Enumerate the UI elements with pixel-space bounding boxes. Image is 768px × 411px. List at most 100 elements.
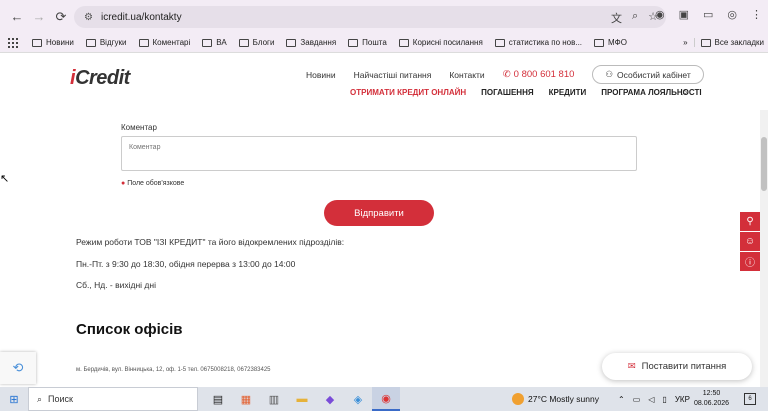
ask-label: Поставити питання — [641, 361, 727, 372]
extensions-icon[interactable]: ▣ — [679, 8, 689, 21]
bookmarks-bar: Новини Відгуки Коментарі ВА Блоги Завдан… — [0, 33, 768, 53]
notification-icon[interactable]: 6 — [744, 393, 756, 405]
calculator-icon[interactable]: ▥ — [260, 387, 288, 411]
language-indicator[interactable]: УКР — [675, 395, 690, 404]
zoom-icon[interactable]: ⌕ — [632, 10, 638, 26]
bookmark-label: Коментарі — [152, 38, 191, 47]
required-text: Поле обов'язкове — [127, 180, 185, 187]
nav-link-news[interactable]: Новини — [306, 70, 336, 80]
comment-textarea[interactable] — [121, 136, 637, 171]
bookmark-item[interactable]: статистика по нов... — [494, 38, 583, 47]
more-bookmarks-button[interactable]: » — [683, 38, 687, 47]
nav-link-faq[interactable]: Найчастіші питання — [354, 70, 432, 80]
account-icon[interactable]: ☺ — [740, 232, 760, 252]
bookmark-label: Пошта — [362, 38, 387, 47]
chrome-icon[interactable]: ◉ — [372, 387, 400, 411]
tray-chevron-icon[interactable]: ⌃ — [618, 395, 625, 404]
reload-icon[interactable]: ⟳ — [50, 6, 72, 28]
more-label: » — [683, 38, 688, 47]
taskbar-search[interactable]: ⌕ Поиск — [28, 387, 198, 411]
mouse-cursor-icon: ↖ — [0, 173, 10, 185]
schedule-title: Режим роботи ТОВ "ІЗІ КРЕДИТ" та його ві… — [76, 237, 345, 247]
phone-link[interactable]: ✆ 0 800 601 810 — [503, 69, 575, 80]
menu-icon[interactable]: ⋮ — [751, 8, 762, 21]
taskbar-search-label: Поиск — [48, 394, 73, 404]
user-icon: ⚇ — [605, 69, 614, 79]
all-bookmarks-button[interactable]: Все закладки — [693, 38, 764, 47]
submit-button[interactable]: Відправити — [324, 200, 434, 226]
bookmark-label: Все закладки — [714, 38, 764, 47]
schedule-weekend: Сб., Нд. - вихідні дні — [76, 280, 156, 290]
site-logo[interactable]: iCredit — [70, 67, 130, 90]
sidebar-icon[interactable]: ▭ — [703, 8, 713, 21]
bookmark-item[interactable]: Новини — [32, 38, 74, 47]
search-icon: ⌕ — [37, 393, 43, 404]
folder-icon — [85, 38, 96, 47]
clock-date: 08.06.2026 — [694, 400, 730, 407]
weather-widget[interactable]: 27°C Mostly sunny — [512, 387, 599, 411]
folder-icon — [238, 38, 249, 47]
bookmark-label: Відгуки — [99, 38, 127, 47]
offices-heading: Список офісів — [76, 321, 183, 338]
bookmark-item[interactable]: Пошта — [348, 38, 387, 47]
volume-icon[interactable]: ◁ — [648, 395, 654, 404]
folder-icon — [700, 38, 711, 47]
bookmark-label: Новини — [46, 38, 74, 47]
folder-icon — [286, 38, 297, 47]
folder-icon — [348, 38, 359, 47]
bookmark-item[interactable]: Корисні посилання — [398, 38, 483, 47]
scrollbar-thumb[interactable] — [761, 137, 767, 191]
bookmark-label: МФО — [608, 38, 627, 47]
url-text: icredit.ua/kontakty — [100, 11, 182, 23]
bookmark-item[interactable]: Відгуки — [85, 38, 127, 47]
chat-icon: ✉ — [627, 361, 636, 372]
notification-count: 6 — [748, 396, 752, 402]
folder-icon — [138, 38, 149, 47]
browser-toolbar: ← → ⟳ ⚙ icredit.ua/kontakty 文 ⌕ ☆ ◉ ▣ ▭ … — [0, 0, 768, 33]
forward-icon[interactable]: → — [28, 6, 50, 28]
schedule-weekdays: Пн.-Пт. з 9:30 до 18:30, обідня перерва … — [76, 259, 296, 269]
info-icon[interactable]: ⓘ — [740, 252, 760, 272]
bookmark-label: статистика по нов... — [508, 38, 583, 47]
map-pin-icon[interactable]: ⚲ — [740, 212, 760, 232]
nav-link-contacts[interactable]: Контакти — [449, 70, 484, 80]
notes-icon[interactable]: ◈ — [344, 387, 372, 411]
phone-icon: ✆ — [502, 69, 511, 80]
folder-icon — [32, 38, 42, 47]
cabinet-button[interactable]: ⚇ Особистий кабінет — [592, 65, 704, 84]
apps-icon[interactable] — [8, 37, 18, 48]
translate-icon[interactable]: 文 — [611, 10, 622, 26]
back-icon[interactable]: ← — [6, 6, 28, 28]
bookmark-item[interactable]: Коментарі — [138, 38, 191, 47]
nav-get-credit[interactable]: ОТРИМАТИ КРЕДИТ ОНЛАЙН — [350, 88, 466, 97]
network-icon[interactable]: ▭ — [633, 395, 641, 404]
top-links: Новини Найчастіші питання Контакти ✆ 0 80… — [306, 65, 704, 84]
bookmark-item[interactable]: МФО — [594, 38, 627, 47]
task-view-icon[interactable]: ▤ — [204, 387, 232, 411]
recaptcha-badge[interactable]: ⟲ — [0, 352, 36, 384]
folder-icon — [494, 38, 505, 47]
file-explorer-icon[interactable]: ▬ — [288, 387, 316, 411]
clock-time: 12:50 — [702, 390, 721, 397]
address-bar[interactable]: ⚙ icredit.ua/kontakty 文 ⌕ ☆ — [74, 6, 666, 28]
logo-text: Credit — [75, 67, 130, 89]
windows-start-icon[interactable]: ⊞ — [0, 387, 28, 411]
site-settings-icon[interactable]: ⚙ — [84, 12, 93, 23]
weather-text: 27°C Mostly sunny — [528, 394, 599, 404]
ask-question-button[interactable]: ✉ Поставити питання — [602, 353, 752, 380]
bookmark-item[interactable]: Блоги — [238, 38, 274, 47]
bookmark-item[interactable]: ВА — [202, 38, 227, 47]
system-tray: ⌃ ▭ ◁ ▯ УКР — [618, 387, 690, 411]
screenshot-icon[interactable]: ◉ — [655, 8, 665, 21]
clock[interactable]: 12:50 08.06.2026 — [694, 389, 729, 409]
profile-icon[interactable]: ◎ — [727, 8, 737, 21]
battery-icon[interactable]: ▯ — [662, 395, 666, 404]
site-header: iCredit Новини Найчастіші питання Контак… — [0, 53, 768, 110]
nav-repayment[interactable]: ПОГАШЕННЯ — [481, 88, 533, 97]
search-icon[interactable]: ⌕ — [682, 87, 688, 98]
store-icon[interactable]: ▦ — [232, 387, 260, 411]
bookmark-item[interactable]: Завдання — [286, 38, 336, 47]
nav-credits[interactable]: КРЕДИТИ — [549, 88, 587, 97]
copilot-icon[interactable]: ◆ — [316, 387, 344, 411]
office-address: м. Бердичів, вул. Вінницька, 12, оф. 1-5… — [76, 367, 271, 373]
